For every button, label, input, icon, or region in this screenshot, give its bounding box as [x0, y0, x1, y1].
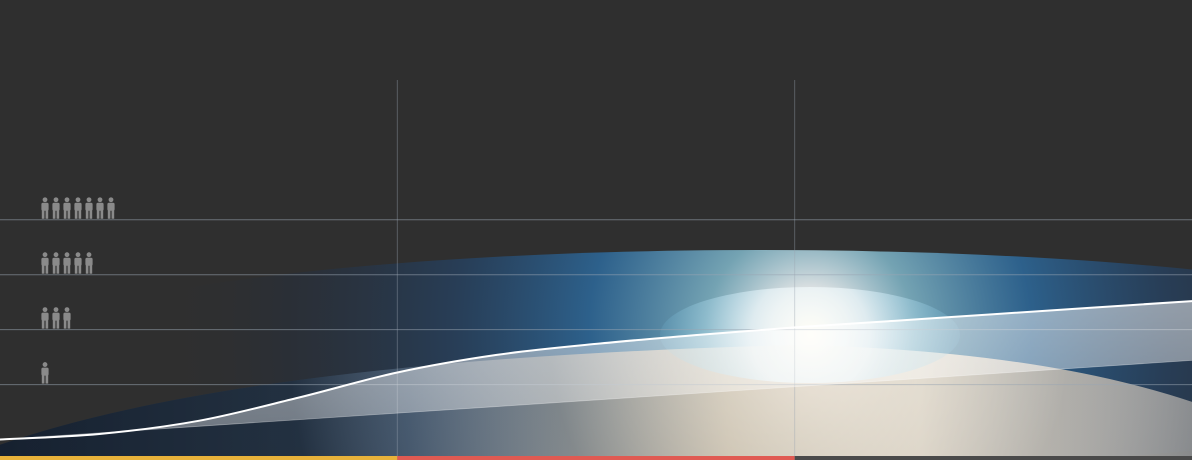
timeline-segment-0 [0, 456, 398, 460]
timeline-segment-2 [794, 456, 1192, 460]
chart-stage [0, 0, 1192, 460]
timeline-segments [0, 456, 1192, 460]
timeline-segment-1 [397, 456, 795, 460]
chart-canvas [0, 0, 1192, 460]
